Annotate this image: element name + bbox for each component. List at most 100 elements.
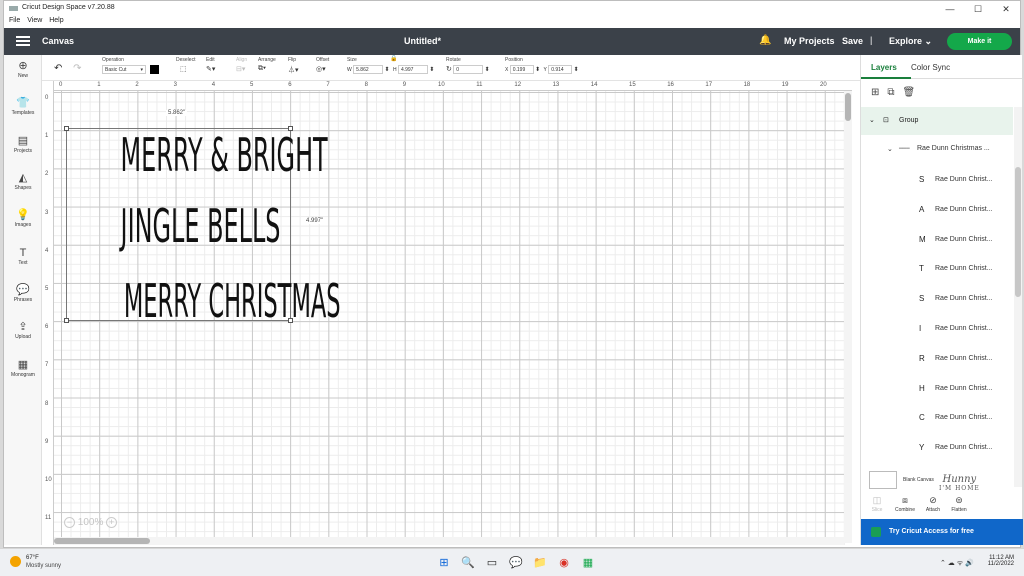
duplicate-icon[interactable]: ⧉ xyxy=(887,87,902,98)
menu-view[interactable]: View xyxy=(27,17,42,24)
save-button[interactable]: Save xyxy=(842,36,863,46)
operation-color-swatch[interactable] xyxy=(150,65,160,74)
horizontal-scrollbar[interactable] xyxy=(54,537,844,545)
my-projects-link[interactable]: My Projects xyxy=(784,36,835,46)
redo-icon[interactable]: ↷ xyxy=(73,63,81,74)
panel-scrollbar[interactable] xyxy=(1014,107,1022,487)
resize-handle[interactable] xyxy=(64,126,69,131)
scrollbar-thumb[interactable] xyxy=(845,93,851,121)
spin-icon[interactable]: ⬍ xyxy=(535,67,540,73)
sidebar-item-images[interactable]: 💡 Images xyxy=(4,209,42,228)
width-label: W xyxy=(347,66,352,73)
sidebar-item-templates[interactable]: 👕 Templates xyxy=(4,97,42,116)
search-icon[interactable]: 🔍 xyxy=(456,556,480,570)
make-it-button[interactable]: Make it xyxy=(947,33,1012,50)
spin-icon[interactable]: ⬍ xyxy=(574,67,579,73)
layer-name: Rae Dunn Christ... xyxy=(935,235,993,243)
ruler-number: 3 xyxy=(173,82,177,88)
cricut-access-banner[interactable]: Try Cricut Access for free xyxy=(861,519,1023,545)
offset-group[interactable]: Offset ◎▾ xyxy=(316,57,329,73)
design-line-jingle-bells: JINGLE BELLS xyxy=(120,199,281,253)
group-icon[interactable]: ⊞ xyxy=(871,87,887,98)
attach-button[interactable]: ⊘ Attach xyxy=(919,495,947,513)
left-sidebar: ⊕ New 👕 Templates ▤ Projects ◭ Shapes 💡 Image… xyxy=(4,55,42,545)
flatten-button[interactable]: ⊜ Flatten xyxy=(945,495,973,513)
file-explorer-icon[interactable]: 📁 xyxy=(528,556,552,570)
bottom-tools: ◫ Slice ⧈ Combine ⊘ Attach ⊜ Flatten xyxy=(861,495,1022,517)
undo-icon[interactable]: ↶ xyxy=(54,63,62,74)
edit-group[interactable]: Edit ✎▾ xyxy=(206,57,215,73)
task-view-icon[interactable]: ▭ xyxy=(480,556,504,570)
ruler-number: 18 xyxy=(743,82,751,88)
resize-handle[interactable] xyxy=(64,318,69,323)
chevron-down-icon[interactable]: ⌄ xyxy=(887,145,893,153)
start-button-icon[interactable]: ⊞ xyxy=(432,556,456,570)
sidebar-item-monogram[interactable]: ▦ Monogram xyxy=(4,359,42,378)
arrange-group[interactable]: Arrange ⧉▾ xyxy=(258,57,276,73)
sidebar-item-text[interactable]: T Text xyxy=(4,247,42,266)
zoom-out-button[interactable]: − xyxy=(64,517,75,528)
clock[interactable]: 11:12 AM 11/2/2022 xyxy=(986,555,1014,567)
close-button[interactable]: ✕ xyxy=(992,1,1020,17)
slice-button[interactable]: ◫ Slice xyxy=(863,495,891,513)
deselect-group[interactable]: Deselect ⬚ xyxy=(176,57,195,73)
ruler-number: 15 xyxy=(629,82,636,88)
layer-thumbnail: H xyxy=(919,383,925,393)
spin-icon[interactable]: ⬍ xyxy=(385,67,390,73)
operation-select[interactable]: Basic Cut ▾ xyxy=(102,65,146,74)
align-group[interactable]: Align ⊟▾ xyxy=(236,57,247,73)
chat-icon[interactable]: 💬 xyxy=(504,556,528,570)
canvas-swatch[interactable] xyxy=(869,471,897,489)
ruler-number: 13 xyxy=(552,82,560,88)
ruler-number: 19 xyxy=(781,82,789,88)
edit-toolbar: ↶ ↷ Operation Basic Cut ▾ Deselect ⬚ Edi… xyxy=(42,55,860,81)
title-bar: Cricut Design Space v7.20.88 — ☐ ✕ xyxy=(4,1,1020,17)
combine-button[interactable]: ⧈ Combine xyxy=(891,495,919,513)
spin-icon[interactable]: ⬍ xyxy=(485,67,490,73)
rotate-input[interactable]: 0 xyxy=(453,65,484,75)
deselect-label: Deselect xyxy=(176,57,196,63)
menu-help[interactable]: Help xyxy=(49,17,63,24)
explore-menu[interactable]: Explore ⌄ xyxy=(889,36,932,47)
sidebar-item-label: Upload xyxy=(15,334,31,340)
menu-file[interactable]: File xyxy=(9,17,20,24)
ruler-number: 10 xyxy=(45,477,52,483)
hamburger-menu-icon[interactable] xyxy=(16,36,30,47)
cricut-access-icon xyxy=(871,527,881,537)
height-input[interactable]: 4.997 xyxy=(397,65,428,74)
x-input[interactable]: 0.199 xyxy=(509,65,534,74)
sidebar-item-shapes[interactable]: ◭ Shapes xyxy=(4,172,42,191)
sidebar-item-phrases[interactable]: 💬 Phrases xyxy=(4,284,42,303)
group-layer-icon: ⊡ xyxy=(883,117,889,124)
sidebar-item-projects[interactable]: ▤ Projects xyxy=(4,135,42,154)
vertical-scrollbar[interactable] xyxy=(844,91,852,543)
maximize-button[interactable]: ☐ xyxy=(964,1,992,17)
minimize-button[interactable]: — xyxy=(936,1,964,17)
y-input[interactable]: 0.914 xyxy=(548,65,573,74)
tab-color-sync[interactable]: Color Sync xyxy=(911,63,950,72)
sidebar-item-upload[interactable]: ⇪ Upload xyxy=(4,321,42,340)
cricut-app-icon[interactable]: ▦ xyxy=(576,556,600,570)
trash-icon[interactable]: 🗑 xyxy=(903,87,924,98)
projects-icon: ▤ xyxy=(17,135,29,147)
flip-group[interactable]: Flip ⏃▾ xyxy=(288,57,299,75)
spin-icon[interactable]: ⬍ xyxy=(429,67,434,73)
lock-icon[interactable]: 🔒 xyxy=(390,55,397,62)
scrollbar-thumb[interactable] xyxy=(54,538,150,544)
chevron-down-icon[interactable]: ⌄ xyxy=(869,116,875,124)
ruler-number: 9 xyxy=(402,82,407,88)
layer-group-row[interactable]: ⌄ ⊡ Group xyxy=(861,107,1013,135)
bell-icon[interactable]: 🔔 xyxy=(759,35,771,46)
width-input[interactable]: 5.862 xyxy=(353,65,384,74)
upload-icon: ⇪ xyxy=(18,321,28,333)
chevron-down-icon: ⌄ xyxy=(924,36,933,46)
design-group[interactable]: MERRY & BRIGHT JINGLE BELLS MERRY CHRIST… xyxy=(64,126,341,328)
zoom-in-button[interactable]: + xyxy=(106,517,118,528)
design-canvas[interactable]: 0 1 2 3 4 5 6 7 8 9 10 11 12 13 14 15 16 17 18 19 20 0123456… xyxy=(42,81,852,545)
chrome-icon[interactable]: ◉ xyxy=(552,556,576,570)
ruler-number: 14 xyxy=(590,82,598,88)
system-tray[interactable]: ⌃ ☁ ᯤ 🔊 xyxy=(940,559,974,568)
tab-layers[interactable]: Layers xyxy=(871,63,897,72)
sidebar-item-new[interactable]: ⊕ New xyxy=(4,60,42,79)
scrollbar-thumb[interactable] xyxy=(1015,167,1021,297)
